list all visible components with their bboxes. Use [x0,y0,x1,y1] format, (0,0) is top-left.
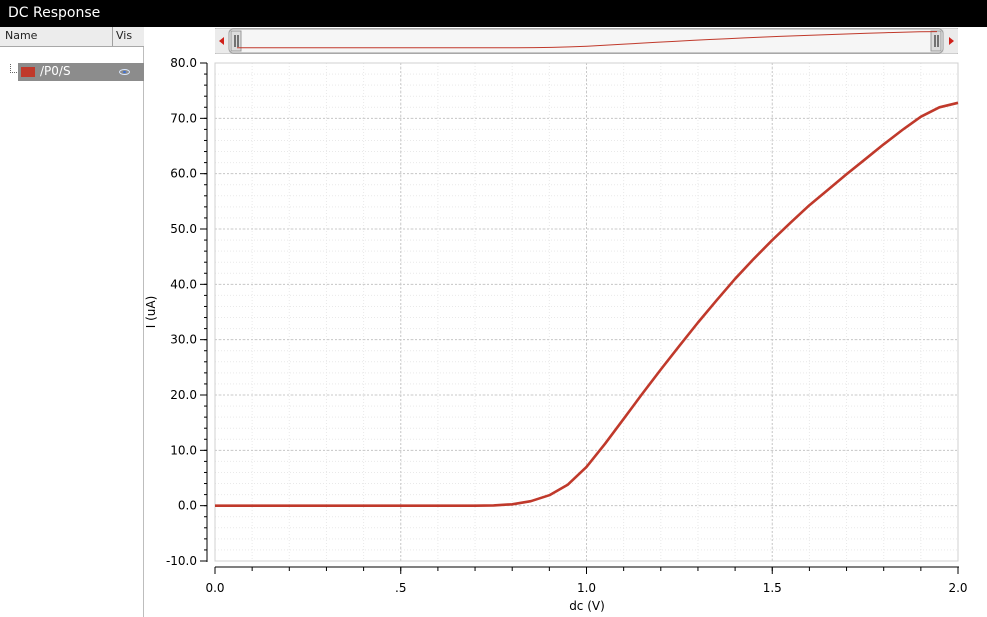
x-tick-label: 1.0 [577,581,596,595]
signal-color-swatch [21,67,35,77]
signal-list-header: Name Vis [0,27,144,47]
x-tick-label: 1.5 [763,581,782,595]
x-tick-label: 0.0 [205,581,224,595]
y-tick-label: -10.0 [166,554,197,568]
column-header-name[interactable]: Name [5,29,37,42]
x-tick-label: 2.0 [948,581,967,595]
window-title-bar: DC Response [0,0,987,27]
overview-scrollbar[interactable] [215,28,958,54]
x-axis-label: dc (V) [569,599,605,613]
column-header-vis[interactable]: Vis [116,29,132,42]
scroll-left-arrow[interactable] [215,29,229,53]
y-tick-label: 70.0 [170,111,197,125]
y-tick-label: 50.0 [170,222,197,236]
plot-background [145,27,987,617]
y-tick-label: 80.0 [170,56,197,70]
y-tick-label: 30.0 [170,333,197,347]
visibility-eye-icon[interactable] [119,69,130,75]
signal-name: /P0/S [40,64,71,78]
tree-connector-line [10,64,17,73]
scroll-right-arrow[interactable] [944,29,958,53]
scrollbar-thumb[interactable] [228,28,944,54]
column-separator[interactable] [112,27,113,46]
window-title: DC Response [8,5,101,21]
plot-area[interactable]: -10.0 0.0 10.0 20.0 30.0 40.0 50.0 60.0 70.0 80.0… [145,27,987,617]
signal-list-panel: Name Vis /P0/S [0,27,144,617]
y-tick-label: 60.0 [170,167,197,181]
right-thumb-handle[interactable] [930,30,942,52]
signal-row[interactable]: /P0/S [18,63,144,81]
y-tick-label: 10.0 [170,443,197,457]
x-tick-label: .5 [395,581,406,595]
y-tick-label: 40.0 [170,277,197,291]
y-tick-label: 0.0 [178,499,197,513]
y-axis-label: I (uA) [145,296,158,329]
y-tick-label: 20.0 [170,388,197,402]
